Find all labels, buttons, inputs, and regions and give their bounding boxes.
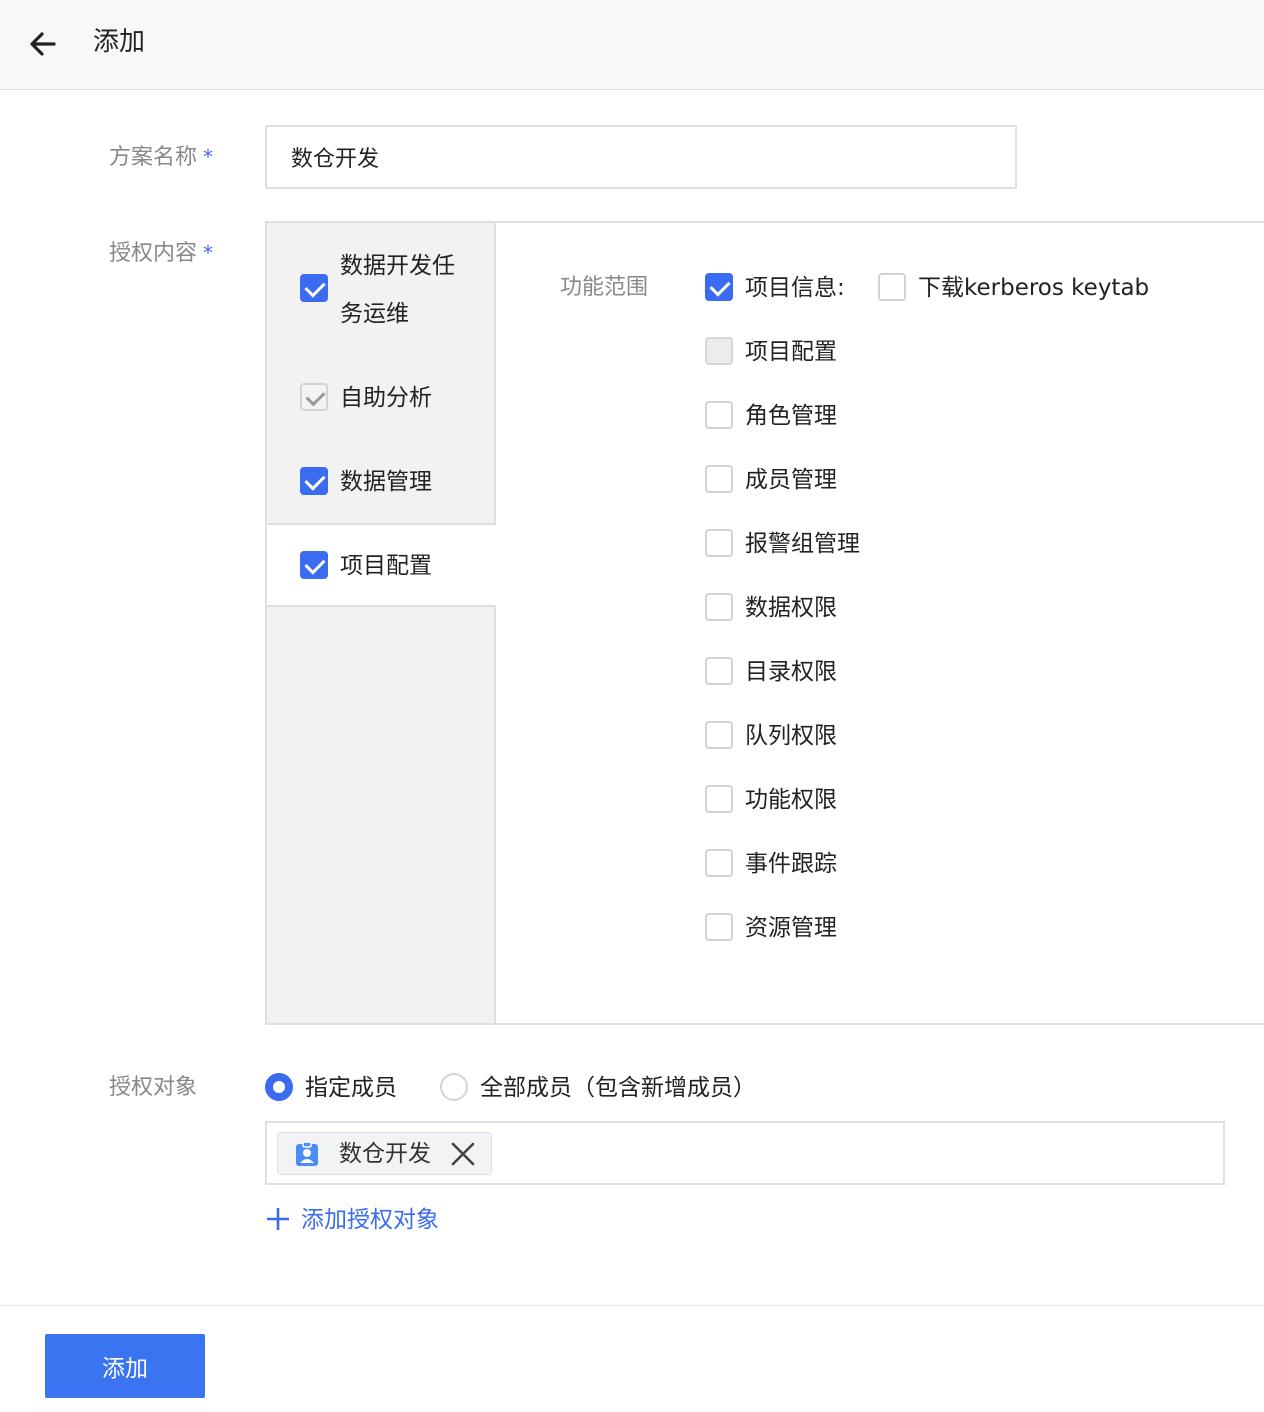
scheme-name-label: 方案名称 * [109,142,213,173]
scope-checkbox-directory-permission[interactable] [705,657,733,685]
scheme-name-label-text: 方案名称 [109,145,198,170]
auth-target-label: 授权对象 [109,1075,198,1100]
auth-content-label-text: 授权内容 [109,241,198,266]
scope-checkbox-role-management[interactable] [705,401,733,429]
plus-icon [265,1206,291,1232]
scope-label-project-config: 项目配置 [745,339,837,365]
scope-checkbox-resource-management[interactable] [705,913,733,941]
back-arrow-icon[interactable] [26,26,62,62]
scope-checkbox-project-info[interactable] [705,273,733,301]
module-checkbox-self-analysis [300,383,328,411]
auth-content-label: 授权内容 * [109,238,213,269]
required-mark: * [203,145,214,169]
scope-checkbox-queue-permission[interactable] [705,721,733,749]
scope-label-data-permission[interactable]: 数据权限 [745,593,837,623]
page-title: 添加 [93,27,146,57]
module-list: 数据开发任 务运维 自助分析 数据管理 项目配置 [267,223,496,1023]
scope-label-event-tracking[interactable]: 事件跟踪 [745,849,837,879]
member-badge-icon [294,1141,320,1167]
module-checkbox-project-config[interactable] [300,551,328,579]
radio-specified-members[interactable] [265,1073,293,1101]
radio-label-all-members[interactable]: 全部成员（包含新增成员） [480,1073,756,1103]
scope-checkbox-alert-group-management[interactable] [705,529,733,557]
scope-checkbox-function-permission[interactable] [705,785,733,813]
target-tag: 数仓开发 [277,1132,492,1175]
module-label-data-management[interactable]: 数据管理 [340,467,432,497]
scope-checkbox-kerberos-keytab[interactable] [878,273,906,301]
scope-checkbox-project-config [705,337,733,365]
close-icon[interactable] [450,1141,476,1167]
scope-label-alert-group-management[interactable]: 报警组管理 [745,529,860,559]
module-checkbox-data-dev[interactable] [300,274,328,302]
auth-target-selector[interactable]: 数仓开发 [265,1121,1225,1185]
module-label-self-analysis[interactable]: 自助分析 [340,383,432,413]
module-checkbox-data-management[interactable] [300,467,328,495]
scope-label-queue-permission[interactable]: 队列权限 [745,721,837,751]
page-header: 添加 [0,0,1264,90]
required-mark: * [203,241,214,265]
scope-label-role-management[interactable]: 角色管理 [745,401,837,431]
footer-divider [0,1305,1264,1306]
radio-all-members[interactable] [440,1073,468,1101]
scope-label-project-info[interactable]: 项目信息: [745,273,845,303]
scope-label-kerberos-keytab[interactable]: 下载kerberos keytab [918,273,1149,303]
scope-label-resource-management[interactable]: 资源管理 [745,913,837,943]
submit-button[interactable]: 添加 [45,1334,205,1398]
add-auth-target-link[interactable]: 添加授权对象 [265,1200,439,1234]
scope-checkbox-event-tracking[interactable] [705,849,733,877]
add-auth-target-label[interactable]: 添加授权对象 [301,1200,439,1234]
scope-label: 功能范围 [560,275,649,300]
scheme-name-input[interactable] [265,125,1017,189]
radio-label-specified-members[interactable]: 指定成员 [305,1073,397,1103]
module-label-project-config[interactable]: 项目配置 [340,551,432,581]
scope-label-function-permission[interactable]: 功能权限 [745,785,837,815]
scope-checkbox-member-management[interactable] [705,465,733,493]
module-label-data-dev-line2[interactable]: 务运维 [340,299,409,329]
scope-label-member-management[interactable]: 成员管理 [745,465,837,495]
module-label-data-dev-line1[interactable]: 数据开发任 [340,251,455,281]
permission-panel: 数据开发任 务运维 自助分析 数据管理 项目配置 功能范围 项目信息: 下载ke… [265,221,1264,1025]
target-tag-label: 数仓开发 [339,1141,431,1167]
scope-label-directory-permission[interactable]: 目录权限 [745,657,837,687]
scope-checkbox-data-permission[interactable] [705,593,733,621]
